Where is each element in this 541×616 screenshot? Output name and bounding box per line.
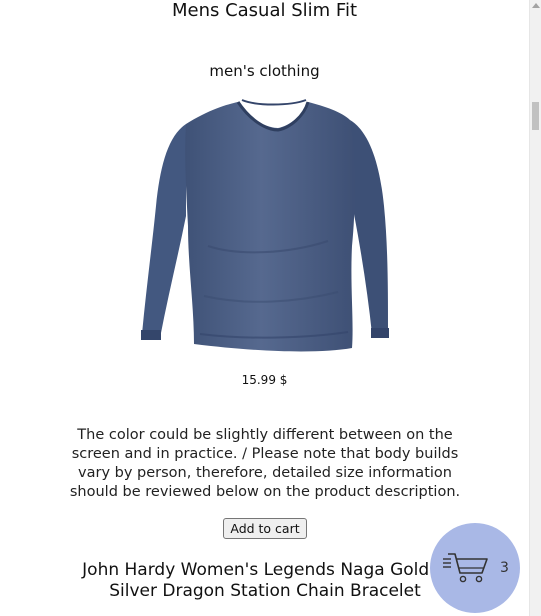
cart-count: 3	[500, 560, 509, 576]
product-description: The color could be slightly different be…	[69, 427, 461, 500]
scrollbar-thumb[interactable]	[532, 102, 539, 130]
product-category: men's clothing	[209, 62, 320, 80]
product-title: Mens Casual Slim Fit	[171, 0, 358, 21]
vertical-scrollbar[interactable]	[529, 0, 541, 616]
page-viewport: Mens Casual Slim Fit men's clothing 15.9…	[0, 0, 529, 616]
cart-button[interactable]: 3	[430, 523, 520, 613]
product-price: 15.99 $	[241, 373, 288, 387]
add-to-cart-button[interactable]: Add to cart	[223, 518, 307, 539]
shopping-cart-icon	[443, 553, 488, 583]
next-product-title: John Hardy Women's Legends Naga Gold & S…	[82, 560, 448, 601]
product-image	[141, 99, 389, 352]
scroll-up-arrow-icon[interactable]	[532, 3, 540, 8]
